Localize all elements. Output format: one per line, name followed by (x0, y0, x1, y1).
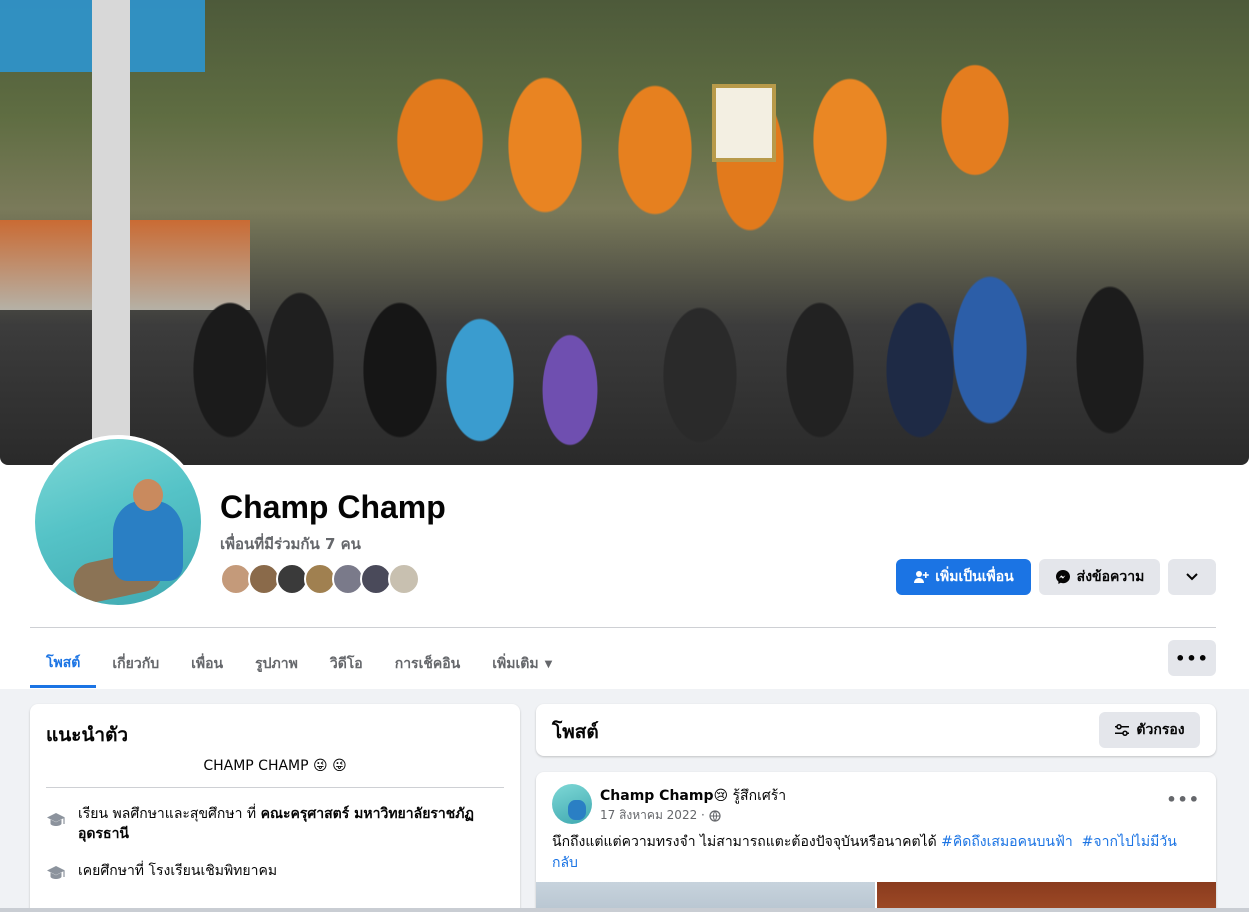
post-author-avatar[interactable] (552, 784, 592, 824)
post-options-button[interactable]: ••• (1166, 790, 1200, 809)
tab-check-ins[interactable]: การเช็คอิน (379, 640, 477, 688)
intro-education-prefix: เรียน พลศึกษาและสุขศึกษา ที่ (78, 806, 261, 822)
posts-title: โพสต์ (552, 721, 599, 743)
tab-more[interactable]: เพิ่มเติม ▼ (476, 640, 568, 688)
cover-crowd-shape (130, 230, 1240, 465)
tab-more-label: เพิ่มเติม (492, 656, 539, 672)
post-feeling: 😢 รู้สึกเศร้า (713, 788, 787, 804)
post-meta: 17 สิงหาคม 2022 · (600, 806, 721, 825)
filter-label: ตัวกรอง (1136, 722, 1185, 738)
intro-school-text: เคยศึกษาที่ โรงเรียนเชิมพิทยาคม (78, 863, 278, 879)
tab-videos[interactable]: วิดีโอ (314, 640, 379, 688)
post-author-line: Champ Champ😢 รู้สึกเศร้า (600, 785, 786, 807)
tab-photos[interactable]: รูปภาพ (239, 640, 314, 688)
intro-title: แนะนำตัว (46, 724, 129, 746)
cover-pole-shape (92, 0, 130, 440)
post-card: Champ Champ😢 รู้สึกเศร้า 17 สิงหาคม 2022… (536, 772, 1216, 912)
graduation-cap-icon (46, 863, 66, 883)
message-button[interactable]: ส่งข้อความ (1039, 559, 1160, 595)
cover-portrait-frame (712, 84, 776, 162)
intro-card: แนะนำตัว CHAMP CHAMP 😜 😜 เรียน พลศึกษาแล… (30, 704, 520, 912)
tab-about[interactable]: เกี่ยวกับ (96, 640, 175, 688)
profile-name: Champ Champ (220, 489, 446, 525)
profile-header: Champ Champ เพื่อนที่มีร่วมกัน 7 คน เพิ่… (0, 0, 1249, 689)
messenger-icon (1055, 569, 1071, 585)
avatar-figure-head (133, 479, 163, 511)
profile-picture-image (35, 439, 201, 605)
graduation-cap-icon (46, 810, 66, 830)
tabs-more-options-button[interactable]: ••• (1168, 640, 1216, 676)
mutual-friends-avatars (220, 563, 420, 595)
post-text: นึกถึงแต่แต่ความทรงจำ ไม่สามารถแตะต้องปั… (552, 832, 1192, 874)
hashtag-link[interactable]: #คิดถึงเสมอคนบนฟ้า (941, 834, 1073, 850)
message-label: ส่งข้อความ (1076, 569, 1145, 585)
add-friend-button[interactable]: เพิ่มเป็นเพื่อน (896, 559, 1031, 595)
intro-school-row: เคยศึกษาที่ โรงเรียนเชิมพิทยาคม (46, 861, 506, 883)
ellipsis-icon: ••• (1175, 648, 1209, 668)
globe-icon (709, 809, 721, 822)
avatar-figure-body (113, 501, 183, 581)
mutual-friend-avatar[interactable] (388, 563, 420, 595)
posts-header-card: โพสต์ ตัวกรอง (536, 704, 1216, 756)
filter-sliders-icon (1114, 722, 1130, 738)
intro-education-row: เรียน พลศึกษาและสุขศึกษา ที่ คณะครุศาสตร… (46, 804, 506, 844)
intro-education-text: เรียน พลศึกษาและสุขศึกษา ที่ คณะครุศาสตร… (78, 804, 506, 844)
post-body-text: นึกถึงแต่แต่ความทรงจำ ไม่สามารถแตะต้องปั… (552, 834, 942, 850)
cover-photo[interactable] (0, 0, 1249, 465)
chevron-down-icon (1186, 569, 1198, 585)
profile-tabs: โพสต์ เกี่ยวกับ เพื่อน รูปภาพ วิดีโอ การ… (30, 640, 568, 688)
caret-down-icon: ▼ (544, 658, 553, 670)
profile-picture[interactable] (31, 435, 205, 609)
window-bottom-edge (0, 908, 1249, 912)
post-date[interactable]: 17 สิงหาคม 2022 · (600, 806, 705, 825)
post-author-name[interactable]: Champ Champ (600, 788, 713, 804)
tab-posts[interactable]: โพสต์ (30, 640, 97, 688)
header-divider (30, 627, 1216, 628)
tab-friends[interactable]: เพื่อน (175, 640, 239, 688)
mutual-friends-link[interactable]: เพื่อนที่มีร่วมกัน 7 คน (220, 532, 361, 556)
intro-bio: CHAMP CHAMP 😜 😜 (203, 758, 347, 774)
add-friend-icon (913, 569, 930, 585)
ellipsis-icon: ••• (1166, 790, 1200, 809)
filter-button[interactable]: ตัวกรอง (1099, 712, 1200, 748)
add-friend-label: เพิ่มเป็นเพื่อน (935, 569, 1014, 585)
more-actions-button[interactable] (1168, 559, 1216, 595)
intro-divider (46, 787, 504, 788)
